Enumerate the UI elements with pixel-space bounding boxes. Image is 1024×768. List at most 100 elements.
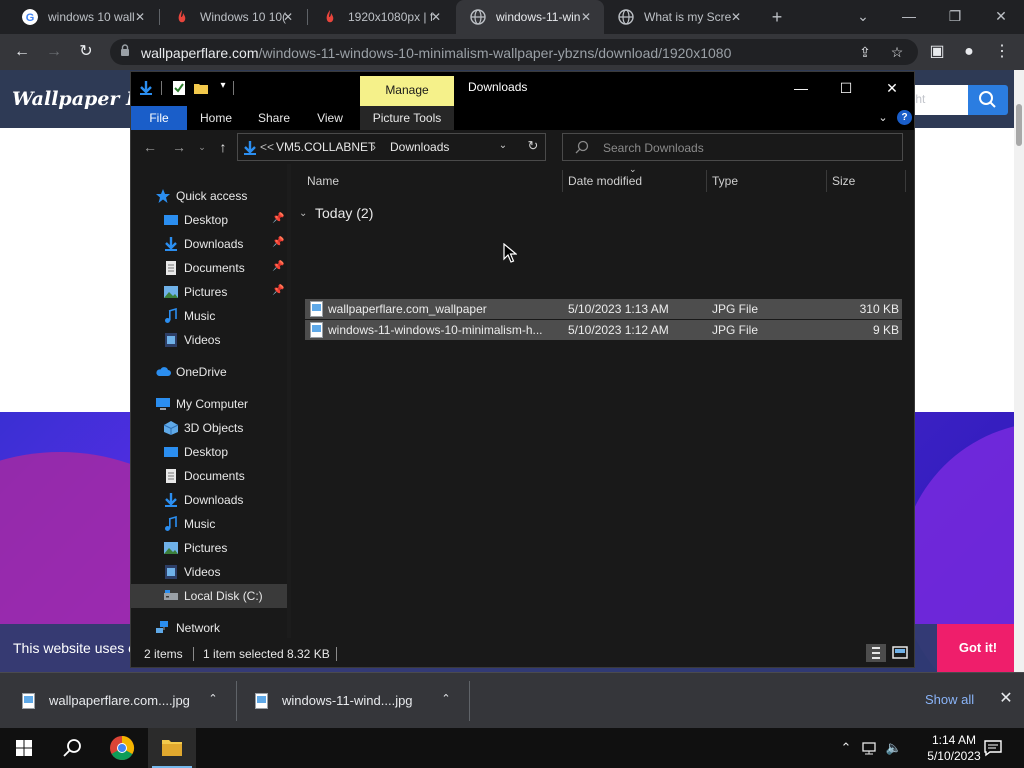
nav-item-pictures[interactable]: Pictures bbox=[131, 536, 287, 560]
ribbon-tab-home[interactable]: Home bbox=[193, 106, 239, 130]
nav-onedrive[interactable]: OneDrive bbox=[131, 360, 287, 384]
group-header-today[interactable]: ⌄ Today (2) bbox=[299, 202, 373, 224]
close-downloads-icon[interactable]: ✕ bbox=[997, 690, 1015, 708]
breadcrumb-current[interactable]: Downloads bbox=[390, 140, 449, 154]
nav-quick-access[interactable]: Quick access bbox=[131, 184, 287, 208]
file-row[interactable]: wallpaperflare.com_wallpaper 5/10/2023 1… bbox=[305, 299, 902, 319]
nav-item-local-disk[interactable]: Local Disk (C:) bbox=[131, 584, 287, 608]
help-icon[interactable]: ? bbox=[897, 110, 912, 125]
forward-icon[interactable]: → bbox=[42, 40, 66, 64]
browser-tab-active[interactable]: windows-11-win ✕ bbox=[456, 0, 604, 34]
navigation-pane[interactable]: Quick access Desktop 📌 Downloads 📌 Docum… bbox=[131, 164, 287, 638]
close-tab-icon[interactable]: ✕ bbox=[428, 9, 444, 25]
close-tab-icon[interactable]: ✕ bbox=[132, 9, 148, 25]
nav-item-pictures[interactable]: Pictures 📌 bbox=[131, 280, 287, 304]
show-hidden-icons-chevron-icon[interactable]: ⌃ bbox=[836, 738, 856, 758]
nav-item-music[interactable]: Music bbox=[131, 304, 287, 328]
column-header-date-modified[interactable]: Date modified bbox=[568, 170, 642, 192]
file-explorer-taskbar-button[interactable] bbox=[148, 728, 196, 768]
reload-icon[interactable]: ↻ bbox=[74, 40, 98, 64]
download-item[interactable]: wallpaperflare.com....jpg ⌃ bbox=[22, 673, 232, 729]
close-window-button[interactable]: ✕ bbox=[877, 76, 907, 100]
up-folder-icon[interactable]: ↑ bbox=[212, 137, 234, 157]
file-name[interactable]: windows-11-windows-10-minimalism-h... bbox=[328, 323, 553, 337]
ribbon-tab-view[interactable]: View bbox=[307, 106, 353, 130]
manage-contextual-tab[interactable]: Manage bbox=[360, 76, 454, 106]
ribbon-tab-share[interactable]: Share bbox=[251, 106, 297, 130]
nav-item-documents[interactable]: Documents bbox=[131, 464, 287, 488]
page-scrollbar[interactable] bbox=[1014, 70, 1024, 672]
cookie-accept-button[interactable]: Got it! bbox=[937, 624, 1019, 672]
refresh-icon[interactable]: ↻ bbox=[524, 138, 542, 156]
download-options-chevron-icon[interactable]: ⌃ bbox=[438, 692, 454, 708]
share-icon[interactable]: ⇪ bbox=[855, 42, 875, 62]
properties-check-icon[interactable] bbox=[171, 80, 187, 96]
nav-item-videos[interactable]: Videos bbox=[131, 328, 287, 352]
browser-tab[interactable]: Windows 10 10( ✕ bbox=[160, 0, 306, 34]
close-browser-button[interactable]: ✕ bbox=[990, 5, 1012, 27]
close-tab-icon[interactable]: ✕ bbox=[728, 9, 744, 25]
tab-search-chevron-icon[interactable]: ⌄ bbox=[852, 5, 874, 27]
close-tab-icon[interactable]: ✕ bbox=[578, 9, 594, 25]
search-button[interactable] bbox=[48, 728, 96, 768]
browser-tab[interactable]: G windows 10 wall ✕ bbox=[8, 0, 158, 34]
site-search-button[interactable] bbox=[968, 85, 1008, 115]
explorer-back-icon[interactable]: ← bbox=[139, 137, 161, 157]
bookmark-star-icon[interactable]: ☆ bbox=[887, 42, 907, 62]
nav-item-music[interactable]: Music bbox=[131, 512, 287, 536]
explorer-address-bar[interactable]: << VM5.COLLABNET › Downloads ⌄ ↻ bbox=[237, 133, 546, 161]
back-icon[interactable]: ← bbox=[10, 40, 34, 64]
breadcrumb-root[interactable]: VM5.COLLABNET bbox=[276, 140, 375, 154]
explorer-forward-icon[interactable]: → bbox=[168, 137, 190, 157]
page-scrollbar-thumb[interactable] bbox=[1016, 104, 1022, 146]
details-view-icon[interactable] bbox=[866, 644, 886, 662]
profile-icon[interactable]: ● bbox=[957, 40, 981, 64]
breadcrumb-overflow[interactable]: << bbox=[260, 140, 274, 154]
column-header-name[interactable]: Name bbox=[307, 170, 339, 192]
breadcrumb-separator-icon[interactable]: › bbox=[372, 140, 376, 154]
qat-customize-icon[interactable]: ▾ bbox=[215, 80, 231, 96]
chrome-taskbar-button[interactable] bbox=[98, 728, 146, 768]
address-history-chevron-icon[interactable]: ⌄ bbox=[496, 140, 510, 154]
nav-network[interactable]: Network bbox=[131, 616, 287, 640]
new-tab-button[interactable]: + bbox=[766, 6, 788, 28]
large-icons-view-icon[interactable] bbox=[890, 644, 910, 662]
nav-item-desktop[interactable]: Desktop bbox=[131, 440, 287, 464]
menu-kebab-icon[interactable]: ⋮ bbox=[990, 40, 1014, 64]
minimize-window-button[interactable]: — bbox=[786, 76, 816, 100]
restore-browser-button[interactable]: ❐ bbox=[944, 5, 966, 27]
file-row[interactable]: windows-11-windows-10-minimalism-h... 5/… bbox=[305, 320, 902, 340]
close-tab-icon[interactable]: ✕ bbox=[280, 9, 296, 25]
volume-icon[interactable]: 🔈 bbox=[884, 738, 904, 758]
maximize-window-button[interactable]: ☐ bbox=[831, 76, 861, 100]
expand-ribbon-chevron-icon[interactable]: ⌄ bbox=[875, 110, 891, 126]
nav-item-videos[interactable]: Videos bbox=[131, 560, 287, 584]
column-header-type[interactable]: Type bbox=[712, 170, 738, 192]
action-center-icon[interactable] bbox=[982, 738, 1004, 758]
minimize-browser-button[interactable]: — bbox=[898, 5, 920, 27]
download-item[interactable]: windows-11-wind....jpg ⌃ bbox=[255, 673, 465, 729]
ribbon-tab-picture-tools[interactable]: Picture Tools bbox=[360, 106, 454, 130]
system-clock[interactable]: 1:14 AM 5/10/2023 bbox=[922, 732, 986, 764]
column-header-size[interactable]: Size bbox=[832, 170, 855, 192]
nav-item-downloads[interactable]: Downloads bbox=[131, 488, 287, 512]
file-list-pane[interactable]: Name ⌄ Date modified Type Size ⌄ Today (… bbox=[291, 164, 914, 638]
ribbon-tab-file[interactable]: File bbox=[131, 106, 187, 130]
browser-tab[interactable]: 1920x1080px | f ✕ bbox=[308, 0, 454, 34]
lock-icon[interactable] bbox=[120, 44, 130, 56]
show-all-downloads-link[interactable]: Show all bbox=[925, 692, 974, 707]
column-divider[interactable] bbox=[905, 170, 906, 192]
browser-tab[interactable]: What is my Scre ✕ bbox=[604, 0, 754, 34]
nav-item-documents[interactable]: Documents 📌 bbox=[131, 256, 287, 280]
column-divider[interactable] bbox=[826, 170, 827, 192]
collapse-chevron-icon[interactable]: ⌄ bbox=[299, 208, 311, 219]
recent-locations-chevron-icon[interactable]: ⌄ bbox=[191, 137, 213, 157]
nav-item-desktop[interactable]: Desktop 📌 bbox=[131, 208, 287, 232]
nav-item-3d-objects[interactable]: 3D Objects bbox=[131, 416, 287, 440]
column-divider[interactable] bbox=[706, 170, 707, 192]
new-folder-icon[interactable] bbox=[193, 80, 209, 96]
nav-item-downloads[interactable]: Downloads 📌 bbox=[131, 232, 287, 256]
start-button[interactable] bbox=[0, 728, 48, 768]
column-divider[interactable] bbox=[562, 170, 563, 192]
download-options-chevron-icon[interactable]: ⌃ bbox=[205, 692, 221, 708]
